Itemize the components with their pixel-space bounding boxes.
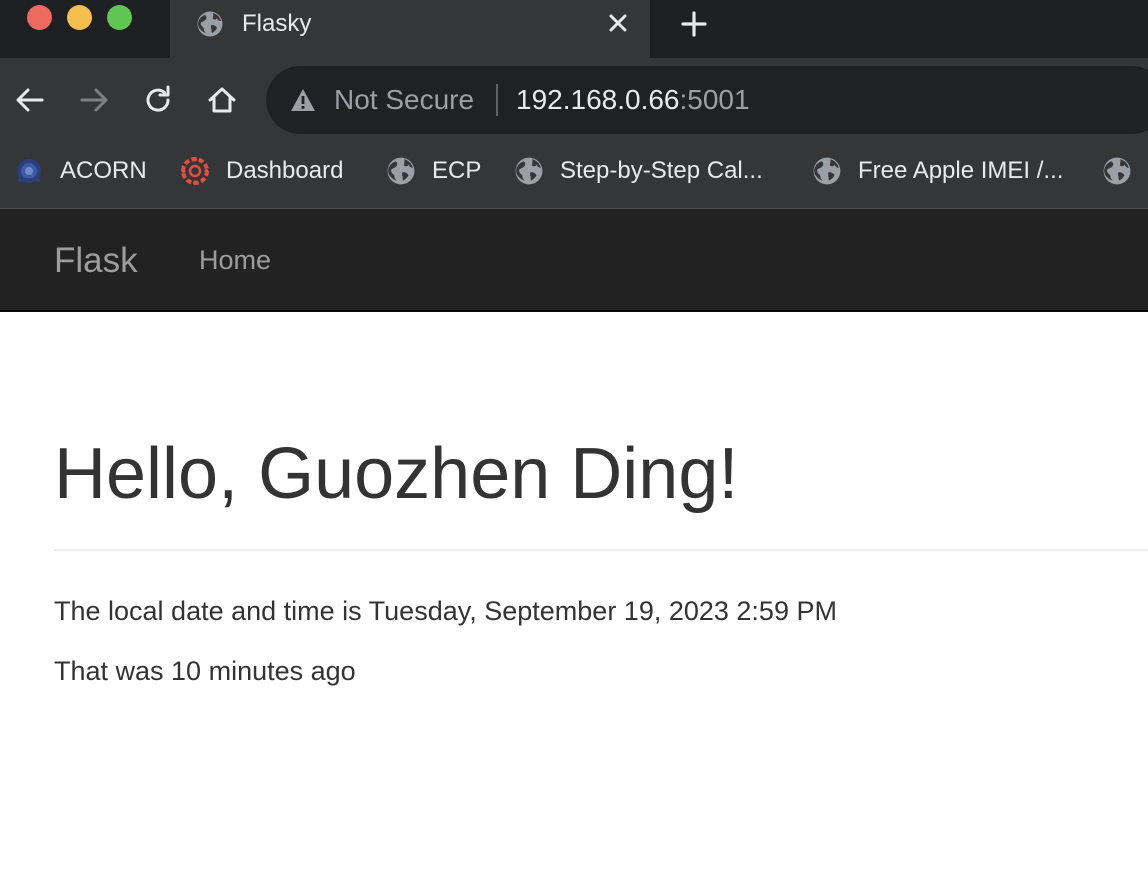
canvas-logo-icon — [181, 157, 209, 185]
bookmark-free-apple-imei[interactable]: Free Apple IMEI /... — [812, 142, 1063, 200]
nav-link-home[interactable]: Home — [199, 244, 271, 276]
bookmark-label: ACORN — [60, 157, 147, 184]
arrow-right-icon[interactable] — [78, 84, 110, 116]
tab-strip: Flasky — [0, 0, 1148, 58]
tab-title: Flasky — [242, 10, 312, 37]
page-title: Hello, Guozhen Ding! — [54, 434, 739, 514]
globe-icon — [813, 157, 841, 185]
warning-icon[interactable] — [290, 87, 316, 113]
site-navbar: Flask Home — [0, 209, 1148, 312]
url-port: :5001 — [679, 84, 750, 115]
bookmark-label: Dashboard — [226, 157, 344, 184]
close-window-button[interactable] — [27, 5, 52, 30]
new-tab-icon[interactable] — [680, 10, 708, 38]
arrow-left-icon[interactable] — [14, 84, 46, 116]
tab-flasky[interactable]: Flasky — [170, 0, 650, 58]
bookmark-acorn[interactable]: ACORN — [14, 142, 147, 200]
bookmark-dashboard[interactable]: Dashboard — [180, 142, 343, 200]
omnibox-divider — [496, 84, 498, 116]
navbar-brand[interactable]: Flask — [54, 241, 138, 281]
bookmark-step-by-step[interactable]: Step-by-Step Cal... — [514, 142, 763, 200]
globe-icon — [515, 157, 543, 185]
local-time-text: The local date and time is Tuesday, Sept… — [54, 596, 837, 626]
bookmark-label: ECP — [432, 157, 482, 184]
minimize-window-button[interactable] — [67, 5, 92, 30]
url-text[interactable]: 192.168.0.66:5001 — [516, 83, 750, 117]
acorn-logo-icon — [17, 159, 41, 183]
bookmark-ecp[interactable]: ECP — [386, 142, 481, 200]
close-tab-icon[interactable] — [606, 11, 630, 35]
bookmark-label: Step-by-Step Cal... — [560, 157, 763, 184]
page-header: Hello, Guozhen Ding! — [54, 430, 1148, 551]
home-icon[interactable] — [206, 84, 238, 116]
maximize-window-button[interactable] — [107, 5, 132, 30]
relative-time-text: That was 10 minutes ago — [54, 656, 356, 686]
bookmark-overflow[interactable] — [1102, 142, 1148, 200]
globe-icon — [197, 11, 223, 37]
bookmark-label: Free Apple IMEI /... — [858, 157, 1064, 184]
reload-icon[interactable] — [142, 84, 174, 116]
security-status[interactable]: Not Secure — [334, 83, 474, 117]
globe-icon — [387, 157, 415, 185]
browser-toolbar: Not Secure 192.168.0.66:5001 — [0, 58, 1148, 142]
address-bar[interactable]: Not Secure 192.168.0.66:5001 — [266, 66, 1148, 134]
bookmarks-bar: ACORN Dashboard ECP Step-by-Step Cal... — [0, 142, 1148, 209]
url-host: 192.168.0.66 — [516, 84, 680, 115]
globe-icon — [1103, 157, 1131, 185]
